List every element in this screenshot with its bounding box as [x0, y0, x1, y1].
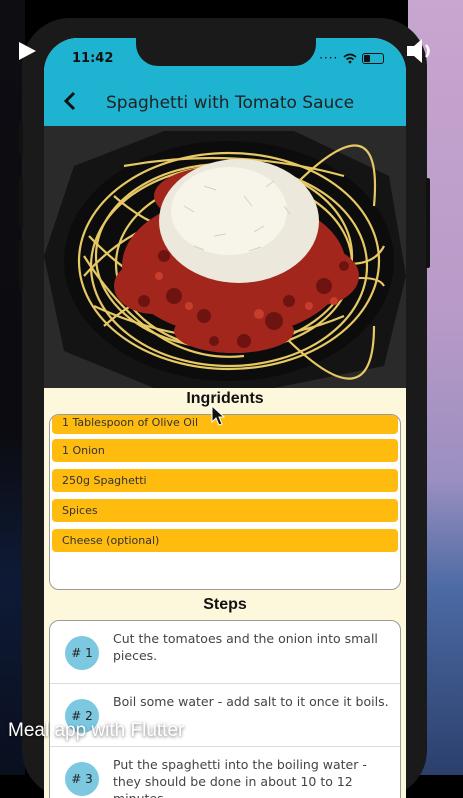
steps-list[interactable]: # 1 Cut the tomatoes and the onion into … — [49, 620, 401, 798]
phone-side-button — [19, 178, 23, 228]
step-item: # 1 Cut the tomatoes and the onion into … — [50, 621, 400, 684]
wifi-icon — [343, 51, 362, 65]
phone-notch — [136, 38, 316, 66]
video-caption: Meal app with Flutter — [8, 720, 185, 741]
meal-image — [44, 126, 406, 388]
ingredient-item: Spices — [52, 499, 398, 522]
page-title: Spaghetti with Tomato Sauce — [106, 93, 355, 113]
phone-side-button — [426, 178, 430, 268]
ingredient-item: 1 Onion — [52, 439, 398, 462]
mouse-cursor-icon — [211, 405, 226, 426]
status-time: 11:42 — [72, 51, 114, 66]
step-text: Cut the tomatoes and the onion into smal… — [113, 631, 378, 663]
steps-heading: Steps — [203, 596, 247, 613]
phone-side-button — [19, 240, 23, 290]
step-number-avatar: # 1 — [65, 636, 99, 670]
back-arrow-icon[interactable] — [62, 89, 78, 119]
ingredient-item: Cheese (optional) — [52, 529, 398, 552]
play-icon[interactable] — [16, 40, 38, 66]
battery-icon — [362, 53, 384, 64]
status-icons: ···· — [319, 51, 384, 65]
volume-icon[interactable] — [405, 36, 437, 70]
ingredients-list[interactable]: 1 Tablespoon of Olive Oil 1 Onion 250g S… — [49, 414, 401, 590]
step-text: Boil some water - add salt to it once it… — [113, 694, 389, 709]
app-bar: Spaghetti with Tomato Sauce — [44, 82, 406, 126]
phone-side-button — [19, 122, 23, 154]
ingredient-item: 250g Spaghetti — [52, 469, 398, 492]
step-item: # 3 Put the spaghetti into the boiling w… — [50, 747, 400, 798]
step-text: Put the spaghetti into the boiling water… — [113, 757, 367, 798]
signal-icon: ···· — [319, 51, 339, 65]
step-number-avatar: # 3 — [65, 762, 99, 796]
status-bar: 11:42 ···· — [44, 38, 406, 82]
